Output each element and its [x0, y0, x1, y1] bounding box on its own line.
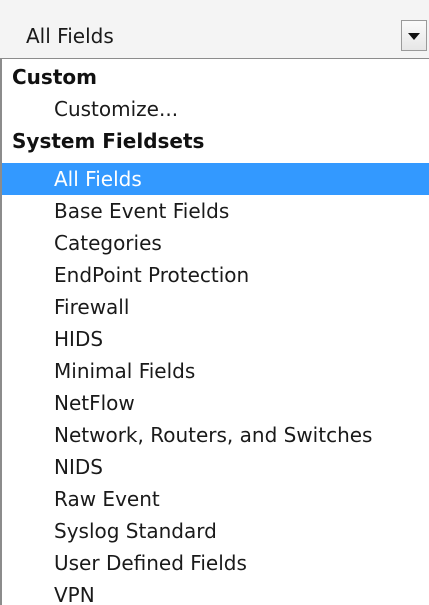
option-syslog-standard[interactable]: Syslog Standard	[2, 515, 429, 547]
fieldset-dropdown-list: Custom Customize... System Fieldsets All…	[0, 58, 429, 605]
option-categories[interactable]: Categories	[2, 227, 429, 259]
option-vpn[interactable]: VPN	[2, 579, 429, 605]
option-all-fields[interactable]: All Fields	[2, 163, 429, 195]
option-firewall[interactable]: Firewall	[2, 291, 429, 323]
option-hids[interactable]: HIDS	[2, 323, 429, 355]
option-user-defined-fields[interactable]: User Defined Fields	[2, 547, 429, 579]
option-minimal-fields[interactable]: Minimal Fields	[2, 355, 429, 387]
option-customize[interactable]: Customize...	[2, 93, 429, 125]
group-label-system-fieldsets: System Fieldsets	[12, 129, 205, 153]
caret-down-icon	[408, 33, 420, 40]
option-endpoint-protection[interactable]: EndPoint Protection	[2, 259, 429, 291]
option-nids[interactable]: NIDS	[2, 451, 429, 483]
option-network-routers-switches[interactable]: Network, Routers, and Switches	[2, 419, 429, 451]
dropdown-button[interactable]	[401, 20, 427, 51]
top-strip	[0, 0, 429, 8]
fieldset-select-value: All Fields	[26, 24, 114, 48]
option-base-event-fields[interactable]: Base Event Fields	[2, 195, 429, 227]
option-raw-event[interactable]: Raw Event	[2, 483, 429, 515]
fieldset-select[interactable]: All Fields	[0, 8, 429, 58]
option-netflow[interactable]: NetFlow	[2, 387, 429, 419]
group-label-custom: Custom	[12, 65, 97, 89]
